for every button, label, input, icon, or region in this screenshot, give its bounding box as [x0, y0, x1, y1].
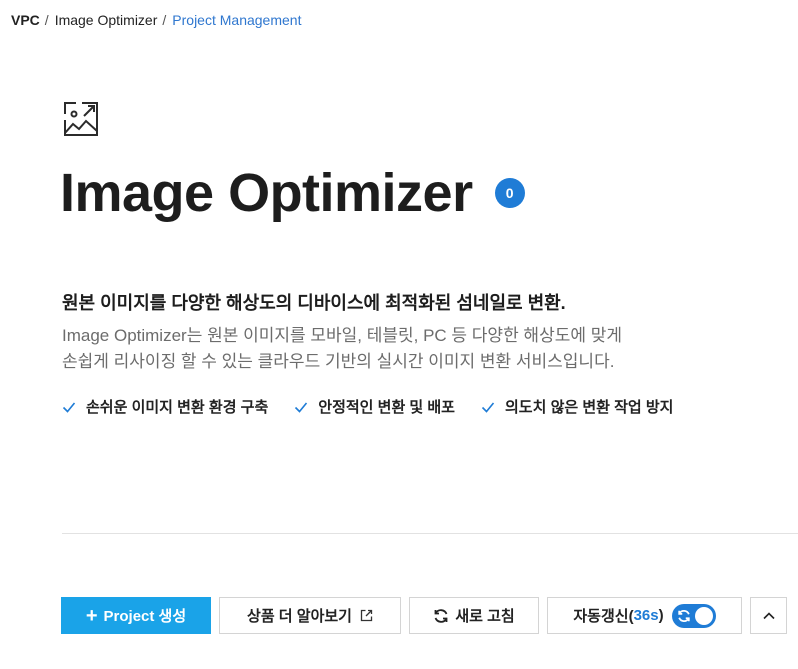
learn-more-button[interactable]: 상품 더 알아보기: [219, 597, 401, 634]
check-icon: [62, 401, 76, 413]
learn-more-label: 상품 더 알아보기: [247, 608, 352, 625]
description-line: 손쉽게 리사이징 할 수 있는 클라우드 기반의 실시간 이미지 변환 서비스입…: [62, 352, 615, 371]
auto-refresh-label-close: ): [658, 607, 664, 624]
description-line: Image Optimizer는 원본 이미지를 모바일, 테블릿, PC 등 …: [62, 326, 622, 345]
auto-refresh-button[interactable]: 자동갱신(36s): [547, 597, 742, 634]
title-row: Image Optimizer 0: [60, 160, 525, 226]
auto-refresh-toggle[interactable]: [671, 603, 716, 628]
section-divider: [62, 533, 798, 534]
breadcrumb-parent[interactable]: Image Optimizer: [55, 12, 158, 28]
breadcrumb-current[interactable]: Project Management: [172, 12, 301, 28]
feature-item: 손쉬운 이미지 변환 환경 구축: [62, 396, 268, 417]
breadcrumb-separator: /: [44, 12, 49, 28]
feature-label: 의도치 않은 변환 작업 방지: [505, 399, 674, 416]
external-link-icon: [360, 609, 373, 622]
refresh-button[interactable]: 새로 고침: [409, 597, 539, 634]
intro-headline: 원본 이미지를 다양한 해상도의 디바이스에 최적화된 섬네일로 변환.: [62, 293, 566, 313]
breadcrumb-root[interactable]: VPC: [11, 12, 40, 28]
collapse-button[interactable]: [750, 597, 787, 634]
image-optimize-icon: [64, 102, 98, 136]
feature-list: 손쉬운 이미지 변환 환경 구축 안정적인 변환 및 배포 의도치 않은 변환 …: [62, 396, 699, 417]
refresh-label: 새로 고침: [455, 608, 515, 625]
plus-icon: +: [85, 604, 98, 627]
create-project-button[interactable]: + Project 생성: [61, 597, 211, 634]
refresh-icon: [434, 608, 448, 623]
toggle-knob: [694, 606, 713, 625]
check-icon: [481, 401, 495, 413]
create-project-label: Project 생성: [103, 608, 187, 625]
auto-refresh-label: 자동갱신(: [573, 608, 634, 625]
breadcrumb-separator: /: [162, 12, 167, 28]
check-icon: [295, 401, 308, 413]
chevron-up-icon: [762, 611, 775, 619]
feature-item: 의도치 않은 변환 작업 방지: [481, 396, 673, 417]
page-title: Image Optimizer: [60, 163, 473, 223]
feature-item: 안정적인 변환 및 배포: [294, 396, 455, 417]
intro-description: Image Optimizer는 원본 이미지를 모바일, 테블릿, PC 등 …: [62, 323, 622, 375]
refresh-icon: [677, 609, 690, 622]
project-count-badge: 0: [494, 178, 525, 208]
feature-label: 안정적인 변환 및 배포: [318, 399, 455, 416]
feature-label: 손쉬운 이미지 변환 환경 구축: [86, 399, 269, 416]
page: VPC / Image Optimizer / Project Manageme…: [0, 0, 798, 669]
breadcrumb: VPC / Image Optimizer / Project Manageme…: [11, 12, 301, 28]
auto-refresh-countdown: 36s: [633, 607, 659, 624]
